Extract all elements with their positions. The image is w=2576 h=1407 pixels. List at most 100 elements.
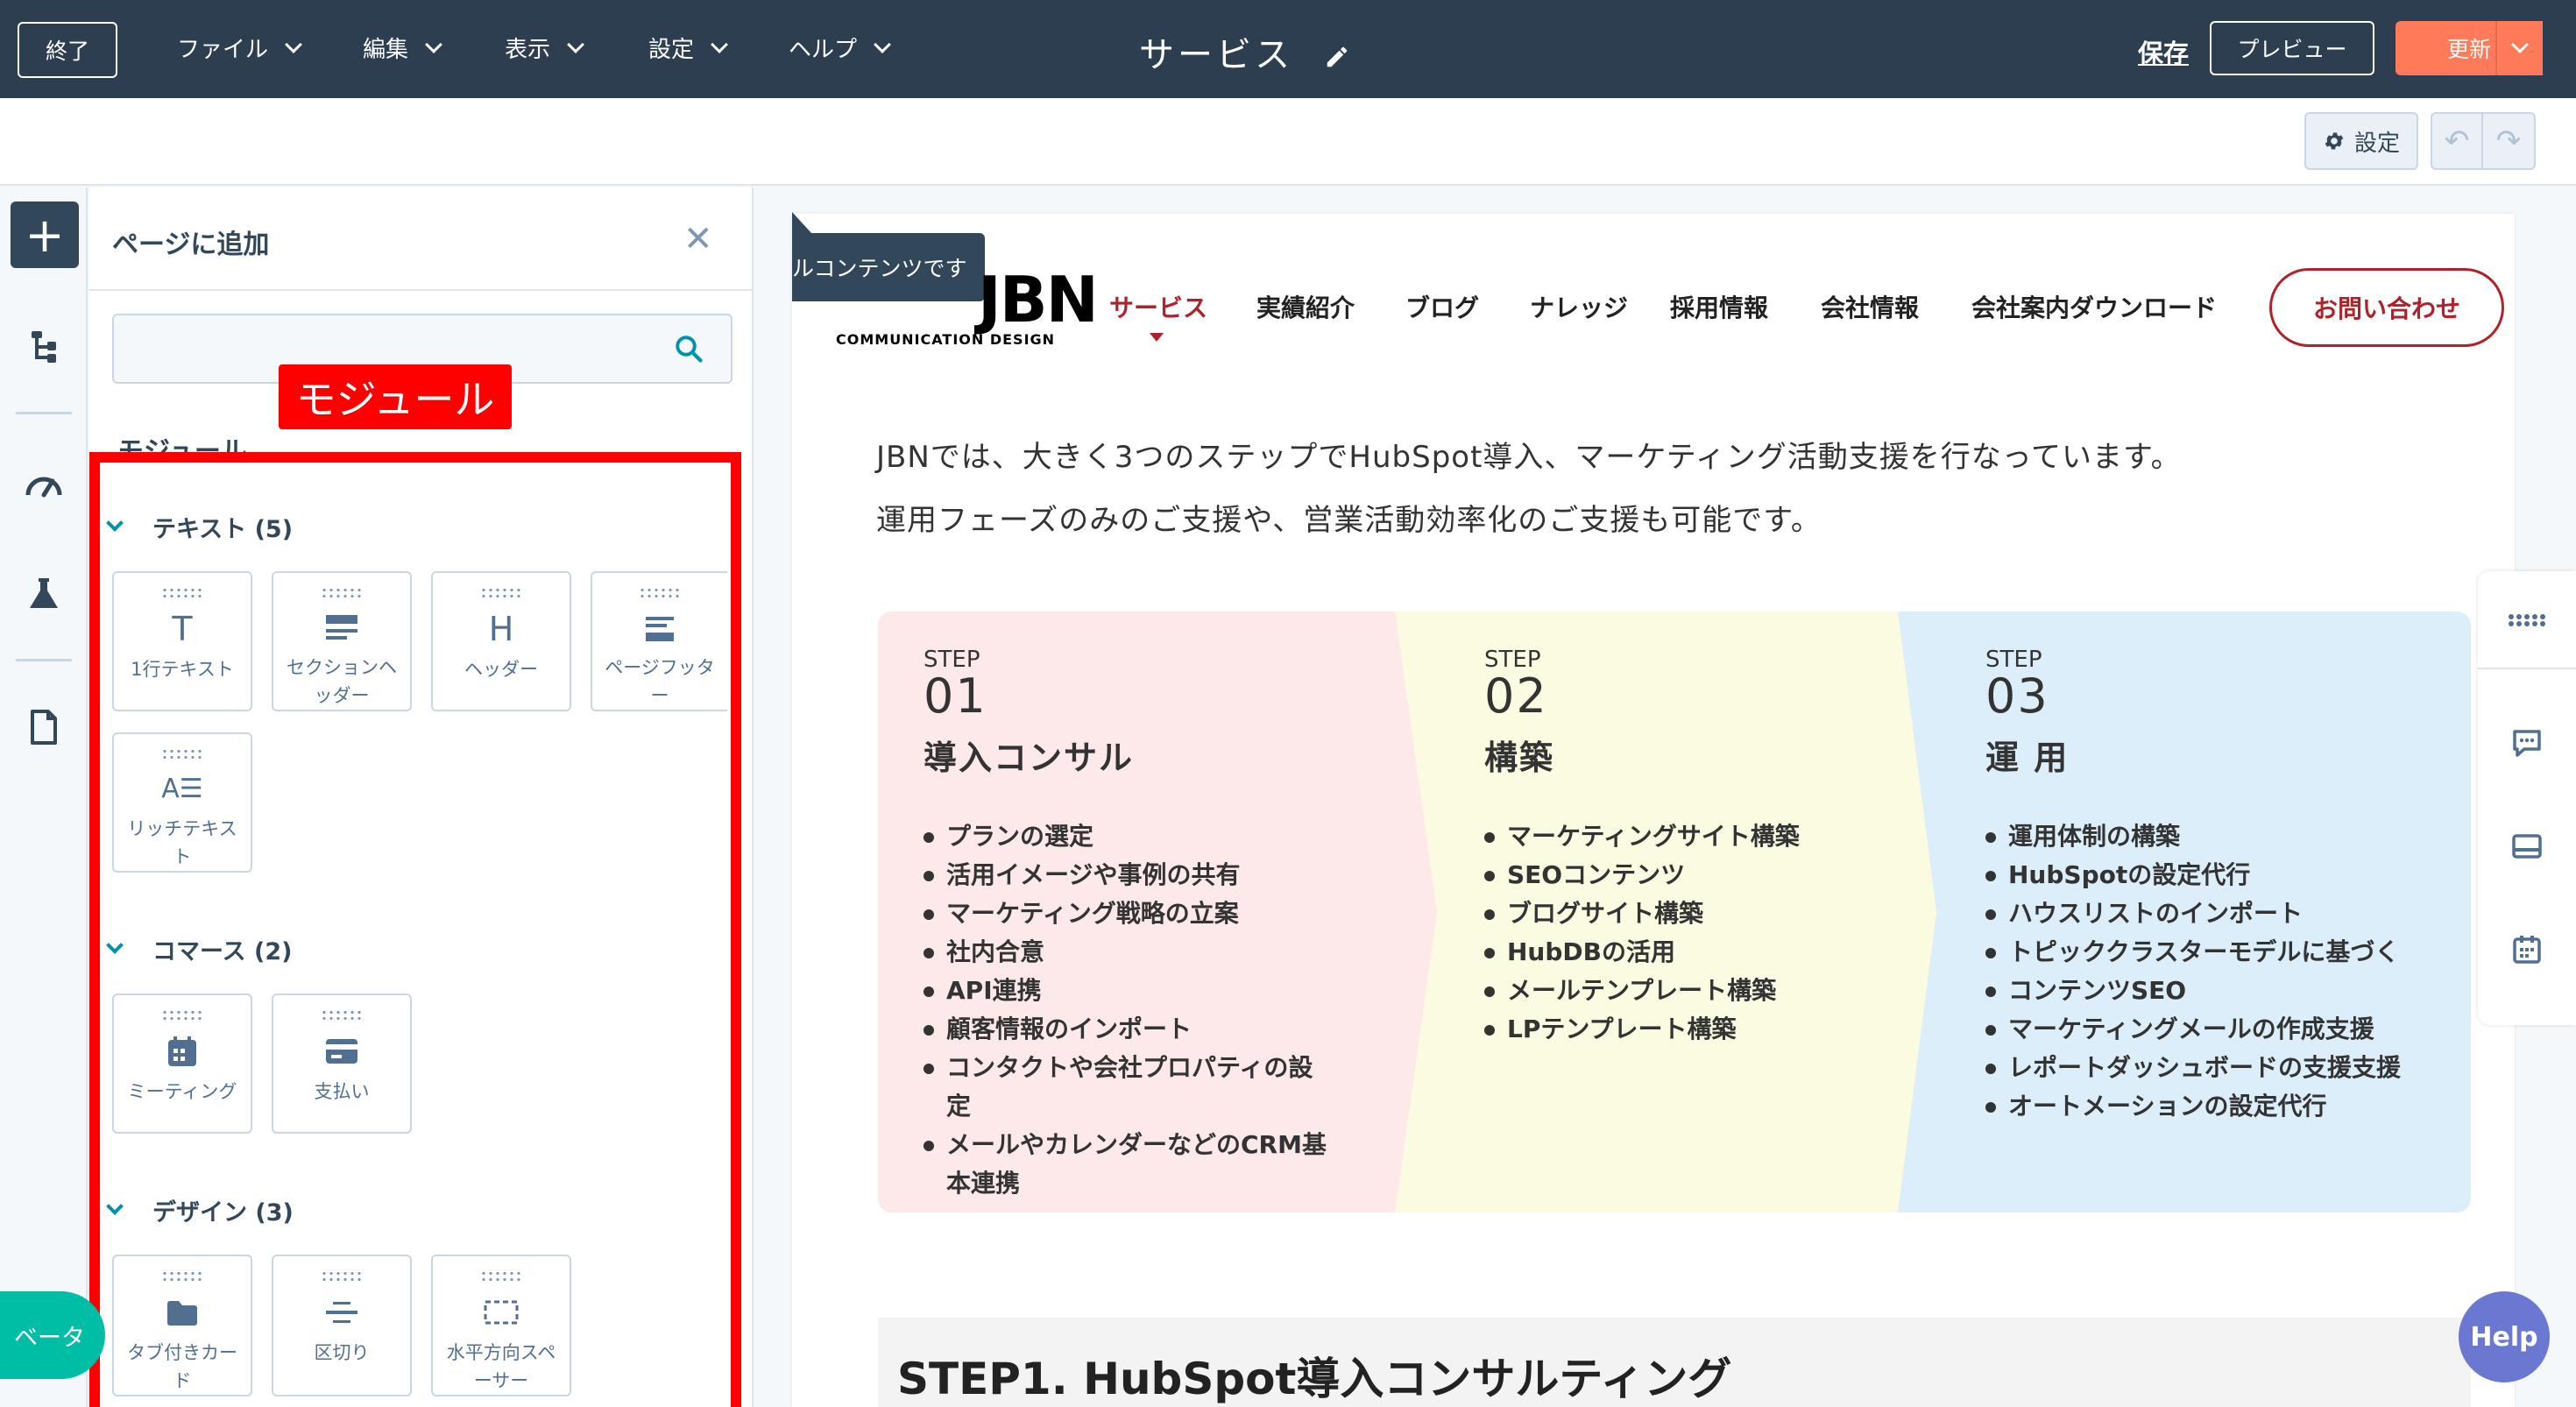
page-title-text: サービス bbox=[1139, 35, 1293, 75]
list-item: ブログサイト構築 bbox=[1484, 894, 1905, 933]
test-button[interactable] bbox=[18, 568, 70, 620]
module-card-page-footer[interactable]: ページフッター bbox=[591, 571, 727, 711]
module-label: ページフッター bbox=[605, 657, 715, 706]
chevron-down-icon bbox=[567, 35, 584, 53]
step-2-list: マーケティングサイト構築 SEOコンテンツ ブログサイト構築 HubDBの活用 … bbox=[1484, 817, 1905, 1049]
list-item: HubSpotの設定代行 bbox=[1985, 856, 2441, 894]
step-3-list: 運用体制の構築 HubSpotの設定代行 ハウスリストのインポート トピッククラ… bbox=[1985, 817, 2441, 1126]
calendar-icon bbox=[166, 1030, 198, 1072]
list-item: オートメーションの設定代行 bbox=[1985, 1087, 2441, 1126]
list-item: API連携 bbox=[924, 972, 1335, 1010]
drag-handle-icon bbox=[321, 1009, 363, 1022]
menu-view-label: 表示 bbox=[505, 37, 551, 63]
nav-item-knowledge[interactable]: ナレッジ bbox=[1530, 289, 1628, 324]
menu-settings-label: 設定 bbox=[648, 37, 695, 63]
optimize-button[interactable] bbox=[18, 457, 70, 510]
module-card-horizontal-spacer[interactable]: 水平方向スペーサー bbox=[431, 1255, 571, 1396]
settings-button[interactable]: 設定 bbox=[2304, 112, 2418, 170]
save-button[interactable]: 保存 bbox=[2138, 33, 2189, 70]
step-label: STEP bbox=[1985, 647, 2042, 673]
module-label: リッチテキスト bbox=[127, 818, 237, 867]
page-button[interactable] bbox=[18, 701, 70, 753]
module-card-meetings[interactable]: ミーティング bbox=[112, 993, 252, 1134]
preview-button[interactable]: プレビュー bbox=[2210, 21, 2374, 75]
apps-button[interactable] bbox=[2506, 599, 2548, 641]
rich-text-icon: A☰ bbox=[161, 774, 203, 805]
module-card-rich-text[interactable]: A☰ リッチテキスト bbox=[112, 732, 252, 873]
annotation-label: モジュール bbox=[279, 364, 512, 429]
menu-settings[interactable]: 設定 bbox=[648, 32, 728, 64]
comments-button[interactable] bbox=[2506, 722, 2548, 764]
section-toggle-design[interactable]: デザイン (3) bbox=[106, 1193, 294, 1227]
chevron-down-icon bbox=[711, 35, 728, 53]
section-toggle-text[interactable]: テキスト (5) bbox=[106, 510, 294, 544]
step-1-list: プランの選定 活用イメージや事例の共有 マーケティング戦略の立案 社内合意 AP… bbox=[924, 817, 1335, 1203]
menu-edit[interactable]: 編集 bbox=[363, 32, 442, 64]
steps-diagram: STEP 01 導入コンサル プランの選定 活用イメージや事例の共有 マーケティ… bbox=[878, 612, 2471, 1213]
editor-subbar bbox=[0, 98, 2576, 186]
chevron-down-icon bbox=[106, 936, 124, 954]
drag-handle-icon bbox=[161, 748, 203, 760]
section-title: デザイン (3) bbox=[152, 1199, 294, 1227]
preview-panel-button[interactable] bbox=[2506, 825, 2548, 867]
module-card-divider[interactable]: 区切り bbox=[272, 1255, 412, 1396]
help-button[interactable]: Help bbox=[2459, 1291, 2550, 1382]
step-3: STEP 03 運 用 運用体制の構築 HubSpotの設定代行 ハウスリストの… bbox=[1985, 647, 2441, 1126]
logo-subtitle: COMMUNICATION DESIGN bbox=[836, 331, 1056, 348]
add-button[interactable]: + bbox=[11, 202, 79, 268]
page-footer-icon bbox=[644, 608, 676, 648]
toolbar-divider bbox=[2478, 668, 2576, 669]
layers-button[interactable] bbox=[18, 321, 70, 373]
step-1: STEP 01 導入コンサル プランの選定 活用イメージや事例の共有 マーケティ… bbox=[924, 647, 1335, 1203]
module-card-payments[interactable]: 支払い bbox=[272, 993, 412, 1134]
logo-text: JBN bbox=[978, 263, 1099, 336]
calendar-button[interactable] bbox=[2506, 929, 2548, 971]
search-icon[interactable] bbox=[673, 333, 704, 364]
section-toggle-commerce[interactable]: コマース (2) bbox=[106, 932, 293, 966]
module-label: セクションヘッダー bbox=[287, 657, 397, 706]
update-dropdown-button[interactable] bbox=[2495, 21, 2543, 75]
module-card-tabbed-card[interactable]: タブ付きカード bbox=[112, 1255, 252, 1396]
pencil-icon[interactable] bbox=[1324, 44, 1350, 70]
nav-item-recruit[interactable]: 採用情報 bbox=[1670, 289, 1768, 324]
menu-file[interactable]: ファイル bbox=[177, 32, 302, 64]
nav-item-service[interactable]: サービス bbox=[1109, 289, 1207, 324]
list-item: マーケティングサイト構築 bbox=[1484, 817, 1905, 856]
undo-button[interactable]: ↶ bbox=[2431, 112, 2483, 170]
nav-item-company[interactable]: 会社情報 bbox=[1821, 289, 1919, 324]
close-panel-button[interactable]: ✕ bbox=[683, 219, 713, 259]
module-label: 水平方向スペーサー bbox=[446, 1342, 556, 1391]
site-logo[interactable]: JBN bbox=[832, 263, 1099, 336]
tooltip-arrow bbox=[792, 212, 811, 233]
menu-view[interactable]: 表示 bbox=[505, 32, 584, 64]
exit-button[interactable]: 終了 bbox=[18, 22, 117, 78]
grid-dots-icon bbox=[2509, 614, 2545, 626]
flask-icon bbox=[30, 578, 58, 608]
plus-icon: + bbox=[25, 207, 65, 263]
folder-icon bbox=[166, 1291, 199, 1333]
module-card-section-header[interactable]: セクションヘッダー bbox=[272, 571, 412, 711]
nav-item-works[interactable]: 実績紹介 bbox=[1256, 289, 1355, 324]
intro-line-1: JBNでは、大きく3つのステップでHubSpot導入、マーケティング活動支援を行… bbox=[876, 440, 2182, 475]
module-card-rich-single-line[interactable]: T 1行テキスト bbox=[112, 571, 252, 711]
drag-handle-icon bbox=[321, 587, 363, 599]
text-icon: T bbox=[172, 610, 193, 648]
chevron-down-icon bbox=[2511, 36, 2529, 53]
nav-item-blog[interactable]: ブログ bbox=[1405, 289, 1479, 324]
beta-tab[interactable]: ベータ bbox=[0, 1291, 105, 1379]
contact-button[interactable]: お問い合わせ bbox=[2269, 268, 2504, 347]
settings-label: 設定 bbox=[2353, 130, 2400, 157]
page-title[interactable]: サービス bbox=[1139, 26, 1350, 77]
module-card-header[interactable]: H ヘッダー bbox=[431, 571, 571, 711]
drag-handle-icon bbox=[161, 1009, 203, 1022]
redo-button[interactable]: ↷ bbox=[2483, 112, 2536, 170]
list-item: LPテンプレート構築 bbox=[1484, 1010, 1905, 1049]
list-item: マーケティングメールの作成支援 bbox=[1985, 1010, 2441, 1049]
nav-item-download[interactable]: 会社案内ダウンロード bbox=[1971, 289, 2217, 324]
menu-help[interactable]: ヘルプ bbox=[789, 32, 891, 64]
active-nav-indicator bbox=[1150, 333, 1164, 342]
list-item: SEOコンテンツ bbox=[1484, 856, 1905, 894]
chevron-down-icon bbox=[106, 513, 124, 532]
section-title: テキスト (5) bbox=[152, 516, 294, 543]
chevron-down-icon bbox=[106, 1197, 124, 1215]
